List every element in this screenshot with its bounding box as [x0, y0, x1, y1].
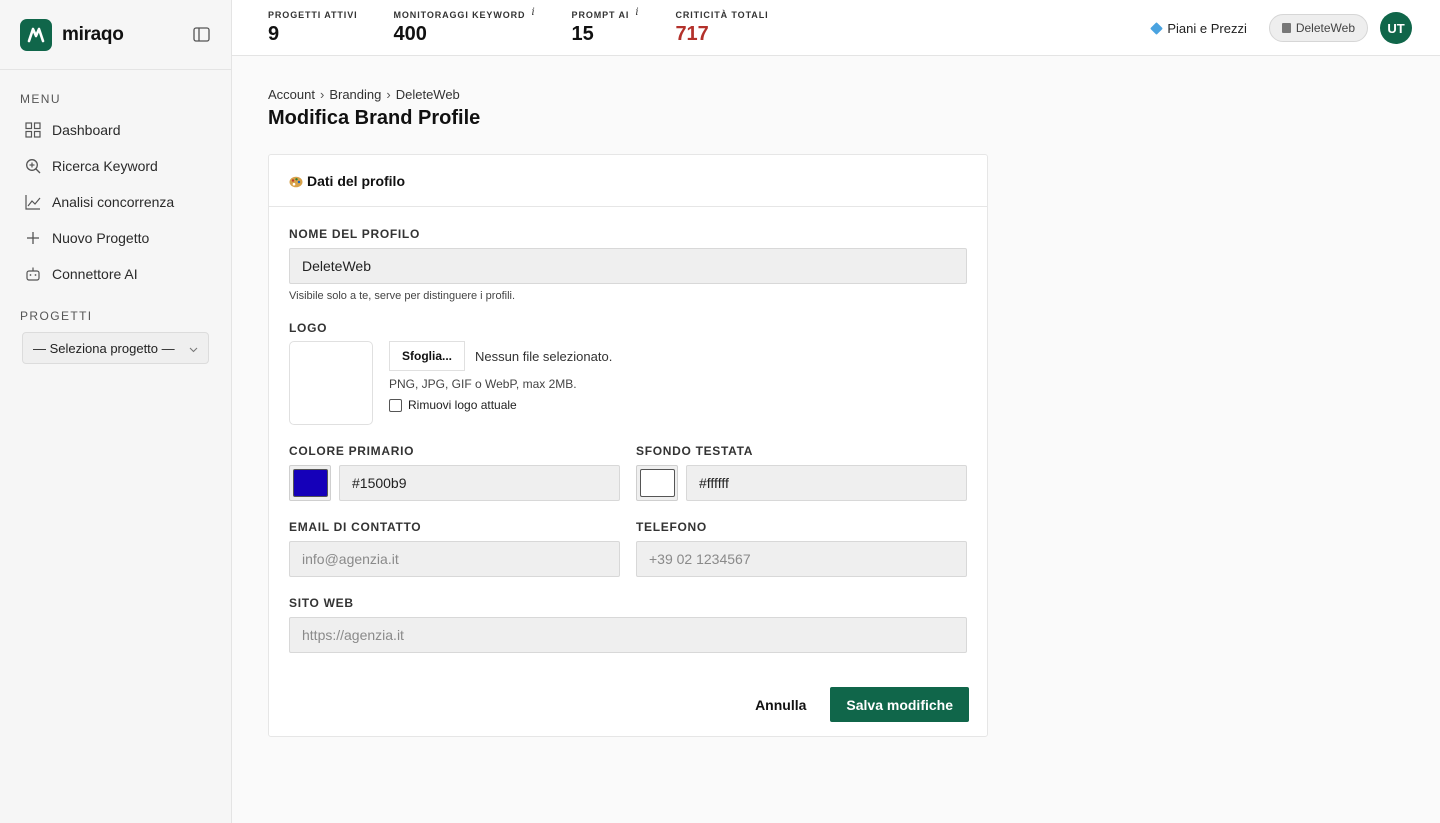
- sidebar-item-keyword-research[interactable]: Ricerca Keyword: [0, 148, 231, 184]
- robot-icon: [24, 266, 41, 283]
- sidebar-toggle-icon[interactable]: [191, 25, 211, 45]
- header-bg-group: SFONDO TESTATA #ffffff: [636, 444, 967, 501]
- stat-total-issues: CRITICITÀ TOTALI 717: [675, 10, 768, 46]
- logo-label: LOGO: [289, 321, 328, 335]
- stat-value: 9: [268, 23, 280, 45]
- browse-button[interactable]: Sfoglia...: [389, 341, 466, 371]
- header-bg-color-picker[interactable]: [636, 465, 678, 501]
- website-group: SITO WEB https://agenzia.it: [289, 596, 967, 653]
- stat-label: MONITORAGGI KEYWORD: [393, 10, 526, 20]
- grid-icon: [24, 122, 41, 139]
- phone-group: TELEFONO +39 02 1234567: [636, 520, 967, 577]
- website-field[interactable]: https://agenzia.it: [289, 617, 967, 653]
- sidebar-item-new-project[interactable]: Nuovo Progetto: [0, 220, 231, 256]
- search-icon: [24, 158, 41, 175]
- sidebar-item-label: Connettore AI: [52, 266, 138, 282]
- primary-color-label: COLORE PRIMARIO: [289, 444, 415, 458]
- email-group: EMAIL DI CONTATTO info@agenzia.it: [289, 520, 620, 577]
- stat-label: PROMPT AI: [571, 10, 630, 20]
- workspace-switcher[interactable]: DeleteWeb: [1268, 14, 1368, 42]
- sidebar-item-label: Nuovo Progetto: [52, 230, 150, 246]
- profile-name-label: NOME DEL PROFILO: [289, 227, 420, 241]
- card-title: Dati del profilo: [307, 172, 405, 189]
- phone-field[interactable]: +39 02 1234567: [636, 541, 967, 577]
- stat-keyword-monitoring: MONITORAGGI KEYWORD i 400: [393, 7, 536, 46]
- projects-section-label: PROGETTI: [20, 309, 93, 323]
- logo-formats-hint: PNG, JPG, GIF o WebP, max 2MB.: [389, 377, 577, 391]
- profile-card: Dati del profilo NOME DEL PROFILO Delete…: [268, 154, 988, 737]
- email-label: EMAIL DI CONTATTO: [289, 520, 422, 534]
- app-name: miraqo: [62, 23, 124, 45]
- breadcrumb-separator: ›: [386, 87, 391, 102]
- project-select[interactable]: — Seleziona progetto —: [22, 332, 209, 364]
- profile-name-input[interactable]: DeleteWeb: [289, 248, 967, 284]
- chart-line-icon: [24, 194, 41, 211]
- stat-label: PROGETTI ATTIVI: [268, 10, 358, 20]
- building-icon: [1281, 23, 1291, 33]
- sidebar-item-label: Analisi concorrenza: [52, 194, 175, 210]
- primary-color-swatch: [292, 469, 328, 497]
- header-bg-swatch: [639, 469, 675, 497]
- sidebar-item-ai-connector[interactable]: Connettore AI: [0, 256, 231, 292]
- app-logo-icon[interactable]: [20, 18, 52, 51]
- main-content: Account › Branding › DeleteWeb Modifica …: [232, 56, 1440, 737]
- save-button[interactable]: Salva modifiche: [830, 687, 969, 722]
- stat-label: CRITICITÀ TOTALI: [675, 10, 769, 20]
- form-actions: Annulla Salva modifiche: [269, 653, 987, 736]
- sidebar-item-competitor-analysis[interactable]: Analisi concorrenza: [0, 184, 231, 220]
- profile-name-hint: Visibile solo a te, serve per distinguer…: [289, 290, 516, 302]
- breadcrumb-current: DeleteWeb: [395, 87, 460, 102]
- top-bar: PROGETTI ATTIVI 9 MONITORAGGI KEYWORD i 4…: [232, 0, 1440, 56]
- stat-value: 400: [393, 23, 427, 45]
- sidebar-item-label: Ricerca Keyword: [52, 158, 158, 174]
- breadcrumb: Account › Branding › DeleteWeb: [268, 87, 1404, 102]
- chevron-down-icon: [189, 341, 198, 356]
- breadcrumb-separator: ›: [319, 87, 325, 102]
- stat-active-projects: PROGETTI ATTIVI 9: [268, 10, 358, 46]
- phone-label: TELEFONO: [636, 520, 707, 534]
- sidebar-menu: Dashboard Ricerca Keyword Analisi concor…: [0, 112, 231, 292]
- primary-color-group: COLORE PRIMARIO #1500b9: [289, 444, 620, 501]
- workspace-label: DeleteWeb: [1295, 21, 1355, 35]
- website-label: SITO WEB: [289, 596, 354, 610]
- remove-logo-label[interactable]: Rimuovi logo attuale: [408, 398, 517, 412]
- plus-icon: [24, 230, 41, 247]
- primary-color-picker[interactable]: [289, 465, 331, 501]
- page-title: Modifica Brand Profile: [268, 107, 481, 129]
- logo-group: LOGO Sfoglia... Nessun file selezionato.…: [289, 321, 967, 425]
- info-icon[interactable]: i: [635, 7, 639, 18]
- header-bg-label: SFONDO TESTATA: [636, 444, 754, 458]
- profile-name-group: NOME DEL PROFILO DeleteWeb Visibile solo…: [289, 227, 967, 302]
- sidebar: miraqo MENU Dashboard Ricerca Keyword An…: [0, 0, 232, 823]
- diamond-icon: [1150, 21, 1164, 35]
- avatar[interactable]: UT: [1380, 12, 1412, 44]
- menu-section-label: MENU: [20, 92, 61, 106]
- remove-logo-checkbox[interactable]: [389, 398, 402, 412]
- logo-preview: [289, 341, 373, 425]
- project-select-value: — Seleziona progetto —: [33, 340, 175, 356]
- palette-icon: [289, 175, 303, 187]
- email-field[interactable]: info@agenzia.it: [289, 541, 620, 577]
- sidebar-item-label: Dashboard: [52, 122, 121, 138]
- card-header: Dati del profilo: [269, 155, 987, 207]
- stat-value: 717: [675, 23, 709, 45]
- plans-pricing-link[interactable]: Piani e Prezzi: [1150, 20, 1247, 36]
- stat-value: 15: [571, 23, 594, 45]
- brand-header: miraqo: [0, 0, 231, 70]
- file-status: Nessun file selezionato.: [475, 348, 613, 364]
- sidebar-item-dashboard[interactable]: Dashboard: [0, 112, 231, 148]
- stat-ai-prompts: PROMPT AI i 15: [571, 7, 640, 46]
- breadcrumb-account[interactable]: Account: [268, 87, 315, 102]
- cancel-button[interactable]: Annulla: [755, 697, 806, 713]
- header-bg-input[interactable]: #ffffff: [686, 465, 967, 501]
- breadcrumb-branding[interactable]: Branding: [329, 87, 381, 102]
- plans-pricing-label: Piani e Prezzi: [1167, 20, 1247, 36]
- info-icon[interactable]: i: [531, 7, 535, 18]
- primary-color-input[interactable]: #1500b9: [339, 465, 620, 501]
